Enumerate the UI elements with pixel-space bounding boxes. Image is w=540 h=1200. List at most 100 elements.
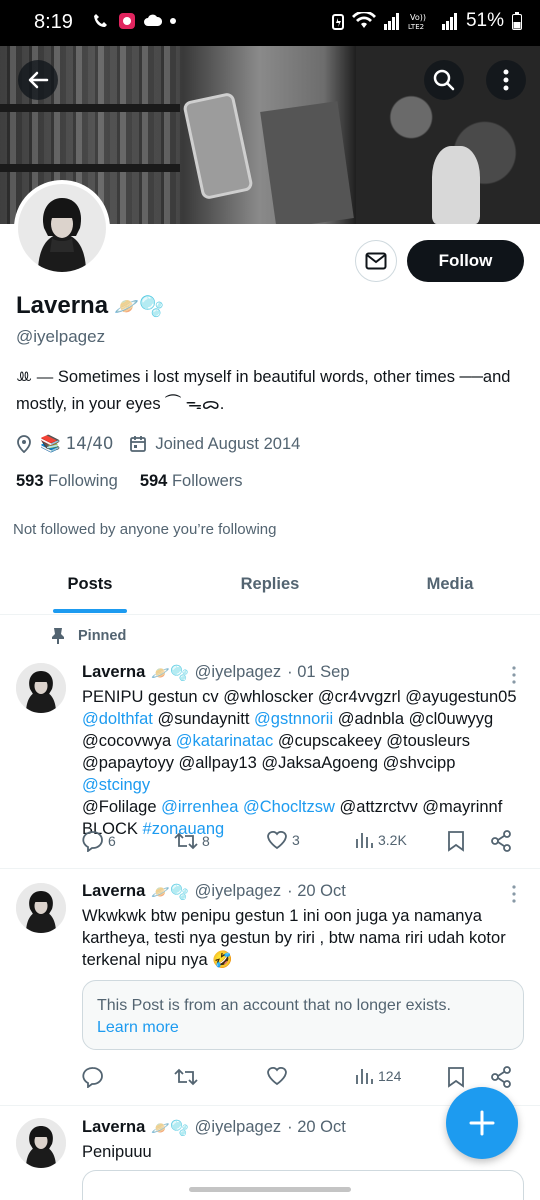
avatar-photo xyxy=(16,1118,66,1168)
mention-link[interactable]: @dolthfat xyxy=(82,710,153,728)
signal-icon-1 xyxy=(383,13,399,30)
post-author-handle[interactable]: @iyelpagez xyxy=(195,882,281,901)
tab-media[interactable]: Media xyxy=(360,560,540,614)
mention-text: @cupscakeey @tousleurs xyxy=(273,732,471,750)
share-icon[interactable] xyxy=(490,1066,512,1088)
followers-count: 594 xyxy=(139,472,168,490)
unavailable-notice: This Post is from an account that no lon… xyxy=(97,997,451,1014)
more-vertical-icon xyxy=(503,69,509,91)
post-author-handle[interactable]: @iyelpagez xyxy=(195,1118,281,1137)
heart-icon xyxy=(267,831,287,850)
search-button[interactable] xyxy=(424,60,464,100)
name-emoji: 🪐🫧 xyxy=(114,294,164,318)
follow-stats: 593 Following 594 Followers xyxy=(16,472,243,491)
app-notification-icon xyxy=(119,13,135,29)
mention-text: @sundaynitt xyxy=(152,710,255,728)
post-text: Wkwkwk btw penipu gestun 1 ini oon juga … xyxy=(82,907,506,969)
banner-phone xyxy=(182,91,254,201)
status-time: 8:19 xyxy=(34,11,73,33)
call-icon xyxy=(94,14,107,27)
quoted-post-unavailable: This Post is from an account that no lon… xyxy=(82,980,524,1050)
reply-icon xyxy=(82,1067,103,1088)
mention-link[interactable]: @irrenhea @Chocltzsw xyxy=(161,798,335,816)
post-more-icon[interactable] xyxy=(508,665,520,685)
dot-icon xyxy=(170,18,176,24)
post-actions: 6 8 3 3.2K xyxy=(82,830,522,854)
calendar-icon xyxy=(130,436,147,452)
post-header: Laverna 🪐🫧 @iyelpagez · 20 Oct xyxy=(82,882,346,901)
followers-label: Followers xyxy=(171,472,243,490)
search-icon xyxy=(433,69,455,91)
post-avatar[interactable] xyxy=(16,883,66,933)
post-author-name[interactable]: Laverna xyxy=(82,663,145,682)
post-author-emoji: 🪐🫧 xyxy=(151,1118,189,1137)
following-link[interactable]: 593 Following xyxy=(16,472,118,491)
post-author-handle[interactable]: @iyelpagez xyxy=(195,663,281,682)
more-options-button[interactable] xyxy=(486,60,526,100)
display-name-row: Laverna 🪐🫧 xyxy=(16,292,164,320)
followers-link[interactable]: 594 Followers xyxy=(140,472,243,491)
profile-avatar[interactable] xyxy=(14,180,110,276)
status-notification-icons xyxy=(92,12,176,30)
signal-icon-2 xyxy=(441,13,457,30)
volte-icon: Vo))LTE2 xyxy=(408,13,426,31)
post-line: @dolthfat @sundaynitt @gstnnorii @adnbla… xyxy=(82,708,528,730)
repost-icon xyxy=(174,832,198,850)
bookmark-icon[interactable] xyxy=(446,1066,466,1088)
post-author-name[interactable]: Laverna xyxy=(82,1118,145,1137)
post-line: @cocovwya @katarinatac @cupscakeey @tous… xyxy=(82,730,528,752)
post-avatar[interactable] xyxy=(16,663,66,713)
view-count: 124 xyxy=(378,1068,402,1084)
following-label: Following xyxy=(48,472,118,490)
wifi-icon xyxy=(351,12,376,28)
mention-link[interactable]: @stcingy xyxy=(82,776,150,794)
home-indicator[interactable] xyxy=(189,1187,351,1192)
avatar-photo xyxy=(18,184,106,272)
pinned-label: Pinned xyxy=(78,628,127,644)
repost-button[interactable] xyxy=(174,1066,198,1088)
bookmark-icon[interactable] xyxy=(446,830,466,852)
views-chart-icon xyxy=(356,833,373,848)
learn-more-link[interactable]: Learn more xyxy=(97,1017,509,1039)
repost-icon xyxy=(174,1068,198,1086)
banner-cat xyxy=(432,146,480,224)
post-text: PENIPU gestun cv @whloscker @cr4vvgzrl @… xyxy=(82,686,528,840)
heart-icon xyxy=(267,1067,287,1086)
tab-posts[interactable]: Posts xyxy=(0,560,180,614)
message-button[interactable] xyxy=(355,240,397,282)
profile-meta: 📚 14/40 Joined August 2014 xyxy=(16,434,300,454)
battery-saver-icon xyxy=(331,14,344,30)
like-button[interactable] xyxy=(266,1066,288,1086)
post-avatar[interactable] xyxy=(16,1118,66,1168)
post-actions: 124 xyxy=(82,1066,522,1090)
reply-button[interactable]: 6 xyxy=(82,830,116,852)
repost-button[interactable]: 8 xyxy=(174,830,210,852)
follow-button[interactable]: Follow xyxy=(407,240,524,282)
views-button[interactable]: 124 xyxy=(354,1066,401,1086)
post-more-icon[interactable] xyxy=(508,884,520,904)
post-header: Laverna 🪐🫧 @iyelpagez · 01 Sep xyxy=(82,663,350,682)
share-icon[interactable] xyxy=(490,830,512,852)
mention-link[interactable]: @gstnnorii xyxy=(254,710,333,728)
mention-text: @Folilage xyxy=(82,798,162,816)
banner-shelf-line xyxy=(0,164,180,172)
post-author-name[interactable]: Laverna xyxy=(82,882,145,901)
tab-replies[interactable]: Replies xyxy=(180,560,360,614)
envelope-icon xyxy=(365,252,387,270)
mention-link[interactable]: @katarinatac xyxy=(176,732,273,750)
banner-notebook xyxy=(260,101,354,224)
like-button[interactable]: 3 xyxy=(266,830,300,850)
cloud-icon xyxy=(144,14,162,26)
back-button[interactable] xyxy=(18,60,58,100)
view-count: 3.2K xyxy=(378,832,407,848)
post-line: PENIPU gestun cv @whloscker @cr4vvgzrl @… xyxy=(82,688,517,706)
post-author-emoji: 🪐🫧 xyxy=(151,882,189,901)
mention-text: @adnbla @cl0uwyyg xyxy=(333,710,494,728)
views-button[interactable]: 3.2K xyxy=(354,830,407,850)
pinned-label-row: Pinned xyxy=(50,627,126,645)
reply-button[interactable] xyxy=(82,1066,104,1088)
profile-handle: @iyelpagez xyxy=(16,327,106,346)
compose-post-button[interactable] xyxy=(446,1087,518,1159)
profile-tabs: Posts Replies Media xyxy=(0,560,540,615)
repost-count: 8 xyxy=(202,833,210,849)
